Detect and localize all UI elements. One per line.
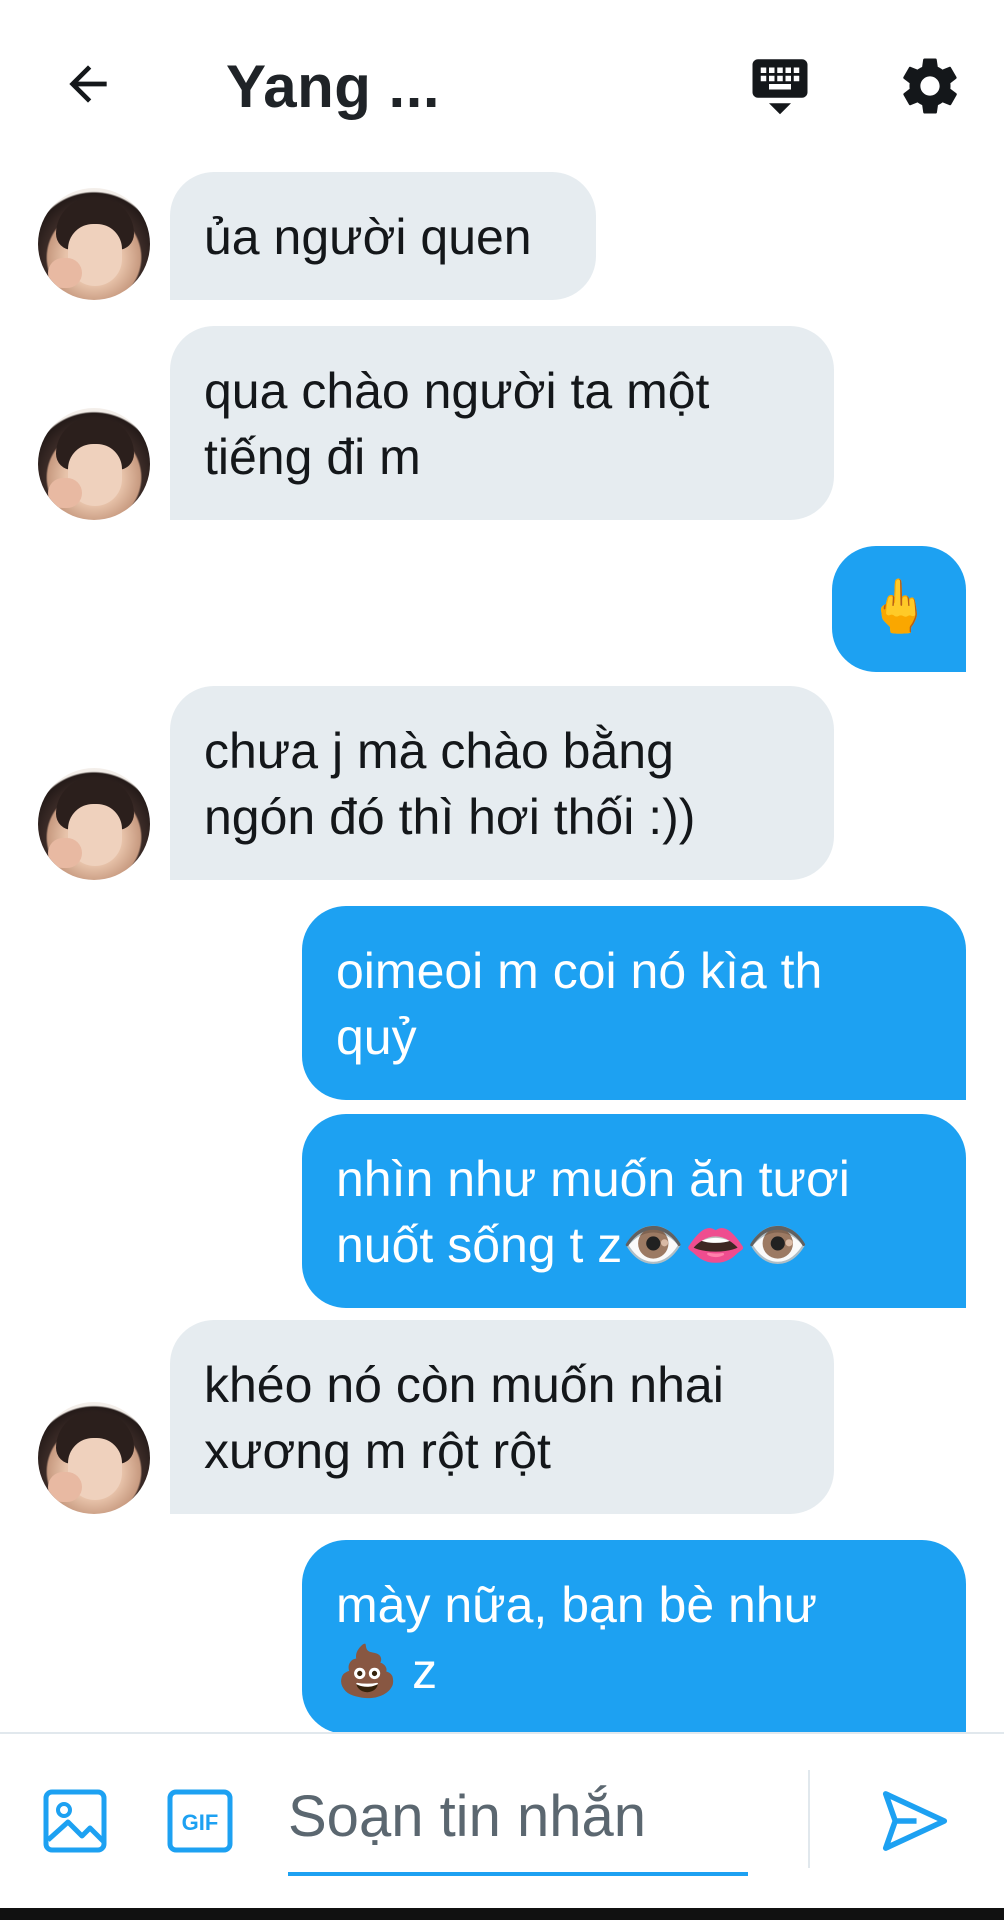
- message-bubble-incoming[interactable]: ủa người quen: [170, 172, 596, 300]
- message-bubble-outgoing[interactable]: 🖕: [832, 546, 966, 672]
- keyboard-icon: [752, 59, 808, 115]
- message-bubble-outgoing[interactable]: mày nữa, bạn bè như 💩 z: [302, 1540, 966, 1734]
- gear-icon: [903, 58, 957, 114]
- conversation-header: Yang ...: [0, 0, 1004, 168]
- composer-divider: [808, 1770, 810, 1868]
- image-icon: [43, 1789, 107, 1853]
- message-input[interactable]: [288, 1776, 748, 1856]
- dm-conversation-screen: Yang ... ủa người quen qua chào người ta…: [0, 0, 1004, 1922]
- gif-label: GIF: [182, 1810, 219, 1835]
- message-bubble-incoming[interactable]: chưa j mà chào bằng ngón đó thì hơi thối…: [170, 686, 834, 880]
- avatar[interactable]: [38, 768, 150, 880]
- settings-button[interactable]: [890, 46, 970, 126]
- send-icon: [882, 1791, 948, 1851]
- add-image-button[interactable]: [42, 1788, 108, 1854]
- input-underline: [288, 1872, 748, 1876]
- send-button[interactable]: [878, 1784, 952, 1858]
- message-bubble-incoming[interactable]: khéo nó còn muốn nhai xương m rột rột: [170, 1320, 834, 1514]
- message-bubble-outgoing[interactable]: nhìn như muốn ăn tươi nuốt sống t z👁️👄👁️: [302, 1114, 966, 1308]
- back-button[interactable]: [52, 48, 124, 120]
- arrow-left-icon: [69, 65, 107, 103]
- message-bubble-incoming[interactable]: qua chào người ta một tiếng đi m: [170, 326, 834, 520]
- keyboard-button[interactable]: [740, 44, 820, 124]
- avatar[interactable]: [38, 188, 150, 300]
- add-gif-button[interactable]: GIF: [166, 1788, 234, 1854]
- system-nav-bar: [0, 1908, 1004, 1920]
- message-composer: GIF: [0, 1732, 1004, 1922]
- conversation-title[interactable]: Yang ...: [226, 52, 440, 121]
- gif-icon: GIF: [167, 1789, 233, 1853]
- message-bubble-outgoing[interactable]: oimeoi m coi nó kìa th quỷ: [302, 906, 966, 1100]
- avatar[interactable]: [38, 1402, 150, 1514]
- avatar[interactable]: [38, 408, 150, 520]
